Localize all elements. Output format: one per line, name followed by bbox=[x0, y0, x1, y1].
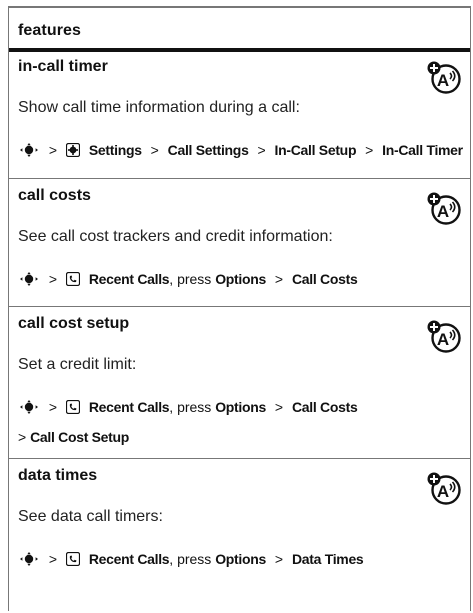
path-arrow: > bbox=[48, 271, 58, 287]
section-title: in-call timer bbox=[18, 58, 108, 75]
path-arrow: > bbox=[274, 271, 284, 287]
menu-path: > Settings > Call Settings > In-Call Set… bbox=[18, 142, 463, 158]
path-step: Call Settings bbox=[167, 142, 249, 158]
path-option: Options bbox=[215, 399, 266, 415]
path-press: , press bbox=[169, 551, 212, 567]
recent-calls-icon bbox=[66, 400, 80, 414]
path-press: , press bbox=[169, 399, 212, 415]
table-header: features bbox=[9, 6, 470, 52]
path-arrow: > bbox=[365, 142, 374, 158]
features-table: features in-call timer Show call time in… bbox=[8, 6, 471, 611]
menu-path: > Recent Calls, press Options > Call Cos… bbox=[18, 271, 358, 287]
path-menu: Settings bbox=[88, 142, 142, 158]
path-menu: Recent Calls bbox=[88, 399, 170, 415]
network-feature-icon bbox=[426, 191, 462, 225]
nav-key-icon bbox=[18, 272, 40, 286]
path-arrow: > bbox=[48, 399, 58, 415]
menu-path-continued: > Call Cost Setup bbox=[18, 429, 129, 445]
path-arrow: > bbox=[150, 142, 159, 158]
path-item: Call Costs bbox=[291, 271, 358, 287]
path-item: Call Cost Setup bbox=[30, 429, 130, 445]
menu-path: > Recent Calls, press Options > Call Cos… bbox=[18, 399, 358, 415]
path-step: In-Call Timer bbox=[382, 142, 463, 158]
path-option: Options bbox=[215, 551, 266, 567]
settings-icon bbox=[66, 143, 80, 157]
section-title: call costs bbox=[18, 187, 91, 204]
nav-key-icon bbox=[18, 552, 40, 566]
path-item: Data Times bbox=[291, 551, 364, 567]
path-arrow: > bbox=[18, 429, 27, 445]
path-arrow: > bbox=[48, 142, 58, 158]
network-feature-icon bbox=[426, 60, 462, 94]
nav-key-icon bbox=[18, 143, 40, 157]
path-option: Options bbox=[215, 271, 266, 287]
section-in-call-timer: in-call timer Show call time information… bbox=[9, 50, 470, 178]
section-description: Set a credit limit: bbox=[18, 356, 137, 373]
header-label: features bbox=[18, 22, 82, 39]
path-menu: Recent Calls bbox=[88, 551, 170, 567]
path-step: In-Call Setup bbox=[274, 142, 357, 158]
section-description: See call cost trackers and credit inform… bbox=[18, 228, 333, 245]
path-arrow: > bbox=[48, 551, 58, 567]
path-arrow: > bbox=[274, 399, 284, 415]
path-item: Call Costs bbox=[291, 399, 358, 415]
recent-calls-icon bbox=[66, 272, 80, 286]
section-title: call cost setup bbox=[18, 315, 130, 332]
section-call-costs: call costs See call cost trackers and cr… bbox=[9, 178, 470, 307]
nav-key-icon bbox=[18, 400, 40, 414]
section-data-times: data times See data call timers: > Recen… bbox=[9, 458, 470, 612]
recent-calls-icon bbox=[66, 552, 80, 566]
path-press: , press bbox=[169, 271, 212, 287]
network-feature-icon bbox=[426, 471, 462, 505]
network-feature-icon bbox=[426, 319, 462, 353]
section-title: data times bbox=[18, 467, 98, 484]
path-arrow: > bbox=[257, 142, 266, 158]
path-arrow: > bbox=[274, 551, 284, 567]
path-menu: Recent Calls bbox=[88, 271, 170, 287]
section-description: See data call timers: bbox=[18, 508, 163, 525]
section-call-cost-setup: call cost setup Set a credit limit: > Re… bbox=[9, 306, 470, 459]
menu-path: > Recent Calls, press Options > Data Tim… bbox=[18, 551, 364, 567]
section-description: Show call time information during a call… bbox=[18, 99, 300, 116]
